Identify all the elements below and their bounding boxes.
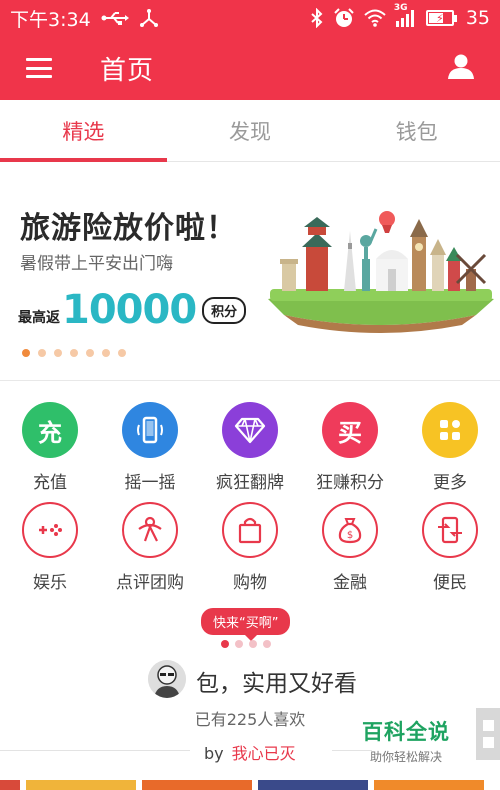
grid-item-entertainment[interactable]: 娱乐 [0, 502, 100, 602]
thumbnail[interactable] [0, 780, 20, 790]
banner-pagination [22, 349, 126, 357]
diamond-icon [222, 402, 278, 458]
grid-item-earn-points[interactable]: 买 狂赚积分 [300, 402, 400, 502]
app-bar: 首页 [0, 36, 500, 100]
more-grid-icon [422, 402, 478, 458]
usb-icon [101, 10, 129, 26]
thumbnail[interactable] [142, 780, 252, 790]
watermark-slogan: 助你轻松解决 [370, 750, 443, 764]
page-dot [235, 640, 243, 648]
shopping-bag-icon [222, 502, 278, 558]
feed-badge: 快来“买啊” [201, 608, 291, 641]
grid-item-finance[interactable]: $ 金融 [300, 502, 400, 602]
banner-headline: 旅游险放价啦！ [20, 211, 237, 246]
cashback-unit: 积分 [202, 296, 247, 324]
phone-shake-icon [122, 402, 178, 458]
page-dot [221, 640, 229, 648]
tab-featured[interactable]: 精选 [0, 100, 167, 162]
grid-square-icon [482, 737, 494, 748]
author-avatar[interactable] [148, 660, 186, 698]
signal-icon: 3G [394, 3, 417, 27]
convenience-icon [422, 502, 478, 558]
feed-pagination [221, 640, 271, 648]
grid-item-review-group[interactable]: 点评团购 [100, 502, 200, 602]
status-time: 下午3:34 [10, 8, 91, 31]
recharge-glyph: 充 [38, 418, 62, 447]
feed-title: 包，实用又好看 [196, 671, 357, 697]
divider [0, 750, 190, 751]
cashback-offer: 最高返 10000 积分 [18, 287, 247, 333]
watermark-name: 百科全说 [362, 720, 450, 744]
grid-item-label: 疯狂翻牌 [216, 473, 284, 493]
grid-item-label: 金融 [333, 573, 367, 593]
svg-text:$: $ [347, 530, 353, 541]
side-float-button[interactable] [476, 708, 500, 760]
review-group-icon [122, 502, 178, 558]
top-tabs: 精选 发现 钱包 [0, 100, 500, 162]
grid-item-convenience[interactable]: 便民 [400, 502, 500, 602]
grid-item-label: 摇一摇 [124, 473, 176, 493]
buy-glyph: 买 [338, 418, 362, 447]
cashback-amount: 10000 [62, 287, 197, 333]
grid-item-more[interactable]: 更多 [400, 402, 500, 502]
grid-item-flip-cards[interactable]: 疯狂翻牌 [200, 402, 300, 502]
byline: by 我心已灭 [204, 740, 296, 764]
page-dot [118, 349, 126, 357]
grid-item-shake[interactable]: 摇一摇 [100, 402, 200, 502]
byline-prefix: by [204, 744, 224, 763]
grid-item-label: 便民 [433, 573, 467, 593]
bluetooth-icon [310, 8, 324, 28]
page-dot [249, 640, 257, 648]
recharge-icon: 充 [22, 402, 78, 458]
page-dot [54, 349, 62, 357]
thumbnail-strip [0, 780, 500, 790]
wifi-icon [364, 9, 386, 27]
tab-discover[interactable]: 发现 [167, 100, 334, 161]
service-grid: 充 充值 摇一摇 疯狂翻牌 买 狂赚积分 更多 娱乐 点评团购 购物 $ 金融 … [0, 380, 500, 620]
battery-icon: ⚡ [425, 10, 457, 26]
menu-button[interactable] [0, 36, 78, 100]
grid-item-label: 狂赚积分 [316, 473, 384, 493]
grid-item-label: 娱乐 [33, 573, 67, 593]
page-title: 首页 [100, 55, 155, 86]
grid-item-label: 充值 [33, 473, 67, 493]
battery-level: 35 [465, 7, 490, 29]
user-icon [447, 52, 475, 84]
grid-square-icon [482, 720, 494, 731]
thumbnail[interactable] [26, 780, 136, 790]
grid-item-label: 更多 [433, 473, 467, 493]
author-name[interactable]: 我心已灭 [232, 744, 296, 763]
alarm-icon [333, 7, 355, 29]
network-type: 3G [393, 3, 408, 13]
gamepad-icon [22, 502, 78, 558]
thumbnail[interactable] [258, 780, 368, 790]
page-dot [22, 349, 30, 357]
grid-item-recharge[interactable]: 充 充值 [0, 402, 100, 502]
menu-icon [26, 58, 52, 78]
travel-landmarks-illustration [268, 211, 494, 333]
cashback-label: 最高返 [18, 310, 60, 326]
page-dot [70, 349, 78, 357]
money-bag-icon: $ [322, 502, 378, 558]
status-bar: 下午3:34 3G ⚡ 35 [0, 0, 500, 36]
page-dot [38, 349, 46, 357]
debug-icon [139, 8, 159, 28]
grid-item-label: 购物 [233, 573, 267, 593]
grid-item-shopping[interactable]: 购物 [200, 502, 300, 602]
page-dot [102, 349, 110, 357]
promo-banner[interactable]: 旅游险放价啦！ 暑假带上平安出门嗨 最高返 10000 积分 [0, 163, 500, 379]
banner-subtitle: 暑假带上平安出门嗨 [20, 254, 173, 274]
profile-button[interactable] [422, 36, 500, 100]
watermark-logo: 百科全说 助你轻松解决 [362, 716, 462, 765]
grid-item-label: 点评团购 [116, 573, 184, 593]
page-dot [263, 640, 271, 648]
tab-wallet[interactable]: 钱包 [333, 100, 500, 161]
buy-icon: 买 [322, 402, 378, 458]
thumbnail[interactable] [374, 780, 484, 790]
page-dot [86, 349, 94, 357]
